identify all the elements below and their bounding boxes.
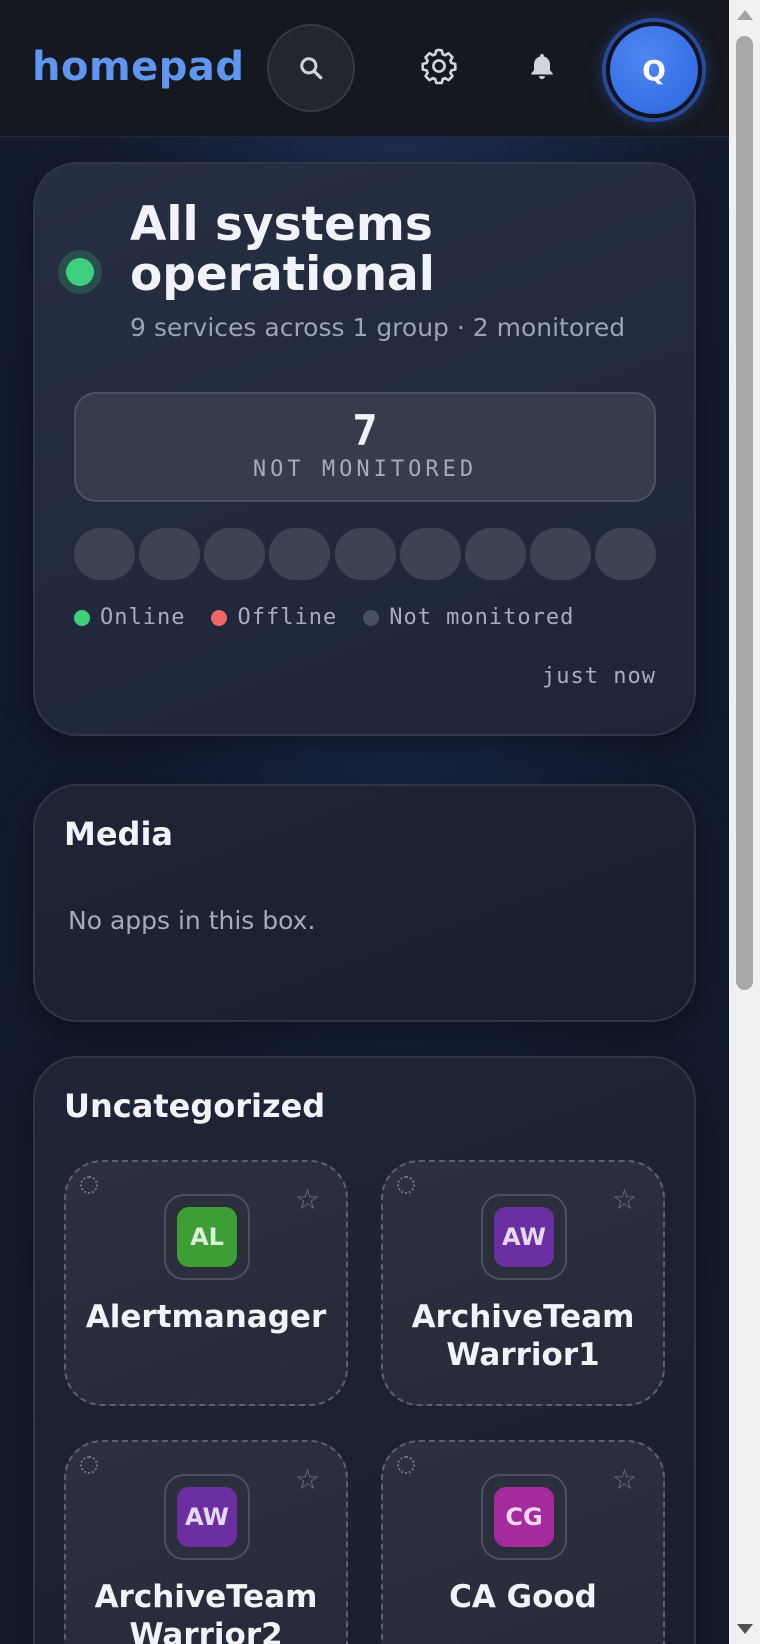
- status-title: All systems operational: [130, 197, 435, 302]
- legend-offline: Offline: [211, 605, 337, 630]
- spinner-icon: [397, 1456, 415, 1474]
- search-icon: [300, 57, 323, 80]
- top-bar: homepad Q: [0, 0, 729, 137]
- scroll-up-arrow-icon[interactable]: [737, 10, 753, 20]
- app-icon: CG: [494, 1487, 554, 1547]
- star-icon[interactable]: ☆: [612, 1466, 637, 1494]
- search-button[interactable]: [267, 24, 355, 112]
- not-monitored-count: 7: [352, 406, 378, 455]
- dashboard-page: homepad Q All systems operational 9 serv…: [0, 0, 729, 1644]
- service-status-pill[interactable]: [269, 528, 331, 580]
- service-status-pill[interactable]: [464, 528, 526, 580]
- service-status-pill[interactable]: [139, 528, 201, 580]
- app-icon-frame: AL: [164, 1194, 250, 1280]
- status-indicator-dot: [66, 258, 94, 286]
- service-status-pill[interactable]: [595, 528, 656, 580]
- legend-offline-label: Offline: [237, 605, 338, 630]
- spinner-icon: [80, 1176, 98, 1194]
- service-status-pill[interactable]: [334, 528, 396, 580]
- service-status-pill[interactable]: [74, 528, 135, 580]
- app-name: ArchiveTeam Warrior2: [94, 1579, 318, 1644]
- settings-button[interactable]: [397, 24, 481, 108]
- offline-dot: [211, 609, 228, 626]
- uncategorized-box-title: Uncategorized: [64, 1087, 326, 1125]
- not-monitored-dot: [363, 609, 380, 626]
- star-icon[interactable]: ☆: [612, 1186, 637, 1214]
- status-subtitle: 9 services across 1 group · 2 monitored: [130, 313, 626, 342]
- app-logo[interactable]: homepad: [32, 44, 245, 90]
- app-name: ArchiveTeam Warrior1: [411, 1299, 635, 1373]
- bell-icon: [531, 54, 553, 80]
- spinner-icon: [80, 1456, 98, 1474]
- online-dot: [74, 609, 90, 626]
- media-box-title: Media: [64, 815, 174, 853]
- service-status-pills: [74, 528, 656, 580]
- not-monitored-label: NOT MONITORED: [252, 457, 478, 482]
- app-name: CA Good: [449, 1579, 597, 1615]
- user-avatar[interactable]: Q: [606, 22, 702, 118]
- notifications-button[interactable]: [500, 24, 584, 108]
- legend-not-monitored-label: Not monitored: [389, 605, 575, 630]
- service-status-pill[interactable]: [399, 528, 461, 580]
- last-updated: just now: [542, 664, 656, 689]
- app-icon-frame: CG: [481, 1474, 567, 1560]
- app-tile[interactable]: ☆ AW ArchiveTeam Warrior2: [64, 1440, 348, 1644]
- star-icon[interactable]: ☆: [295, 1186, 320, 1214]
- scrollbar-thumb[interactable]: [736, 36, 753, 990]
- app-name: Alertmanager: [85, 1299, 327, 1335]
- media-empty-text: No apps in this box.: [68, 906, 316, 935]
- scroll-down-arrow-icon[interactable]: [737, 1624, 753, 1634]
- legend-online: Online: [74, 605, 185, 630]
- service-status-pill[interactable]: [204, 528, 266, 580]
- legend-not-monitored: Not monitored: [363, 605, 574, 630]
- app-icon: AL: [177, 1207, 237, 1267]
- star-icon[interactable]: ☆: [295, 1466, 320, 1494]
- spinner-icon: [397, 1176, 415, 1194]
- gear-icon: [421, 48, 457, 85]
- app-tile[interactable]: ☆ CG CA Good: [381, 1440, 665, 1644]
- status-legend: Online Offline Not monitored: [74, 605, 600, 630]
- app-tile[interactable]: ☆ AW ArchiveTeam Warrior1: [381, 1160, 665, 1406]
- page-scrollbar[interactable]: [729, 0, 760, 1644]
- legend-online-label: Online: [100, 605, 186, 630]
- service-status-pill[interactable]: [529, 528, 591, 580]
- app-icon: AW: [494, 1207, 554, 1267]
- app-tile[interactable]: ☆ AL Alertmanager: [64, 1160, 348, 1406]
- app-icon-frame: AW: [164, 1474, 250, 1560]
- app-icon-frame: AW: [481, 1194, 567, 1280]
- app-icon: AW: [177, 1487, 237, 1547]
- not-monitored-summary: 7 NOT MONITORED: [74, 392, 656, 502]
